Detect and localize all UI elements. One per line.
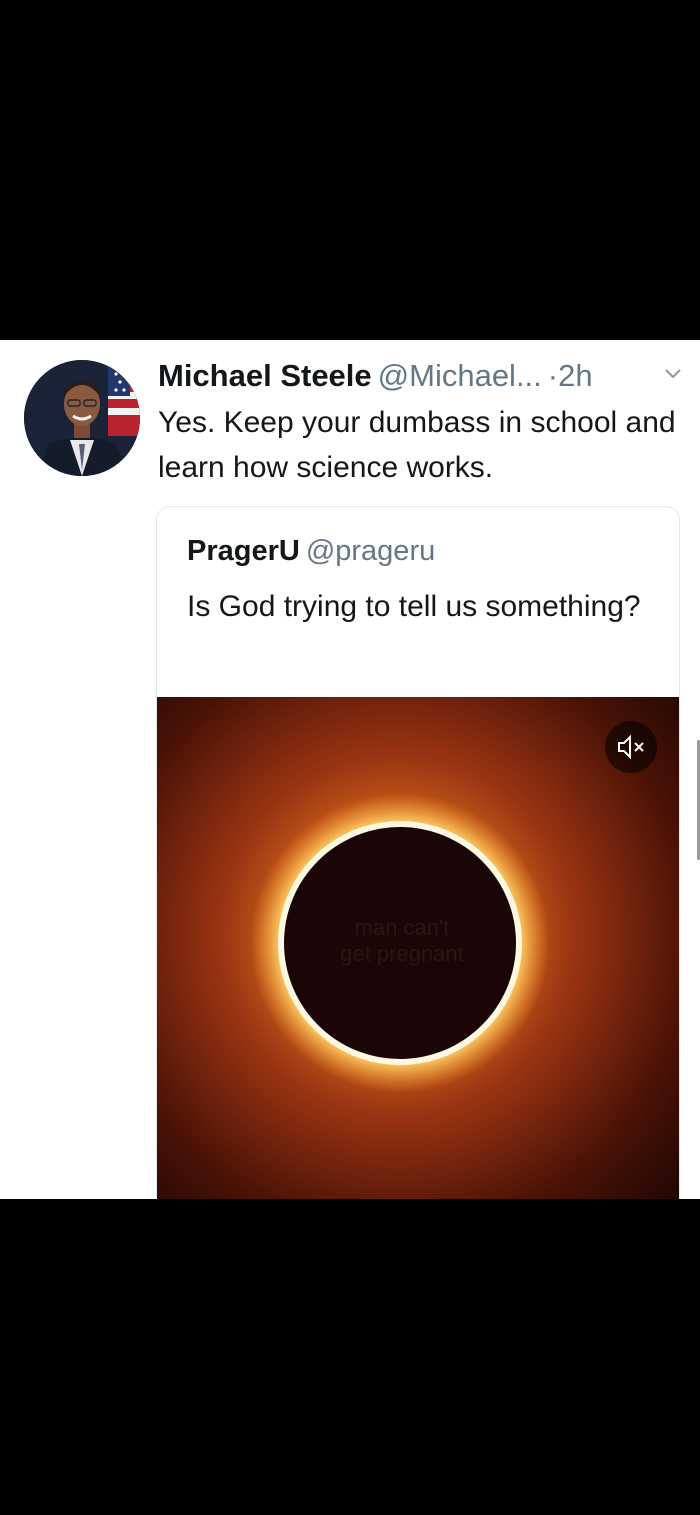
overlay-line-1: man can't <box>354 915 450 940</box>
quoted-tweet-text: Is God trying to tell us something? <box>187 590 641 623</box>
quoted-author-handle: @prageru <box>305 535 436 567</box>
quoted-tweet-header: PragerU @prageru <box>187 531 435 571</box>
tweet-time[interactable]: 2h <box>558 358 592 393</box>
tweet-text: Yes. Keep your dumbass in school and lea… <box>158 406 676 484</box>
avatar[interactable] <box>24 360 140 476</box>
chevron-down-icon[interactable] <box>663 364 683 384</box>
header-separator: · <box>547 358 559 393</box>
bottom-black-bar <box>0 1199 700 1515</box>
top-black-bar <box>0 0 700 340</box>
image-overlay-text: man can't get pregnant <box>287 915 517 967</box>
author-handle[interactable]: @Michael... <box>378 358 542 393</box>
tweet-screen: Michael Steele @Michael... ·2h Yes. Keep y… <box>0 340 700 1199</box>
mute-button[interactable] <box>605 721 657 773</box>
tweet-header: Michael Steele @Michael... ·2h <box>158 354 688 398</box>
overlay-line-2: get pregnant <box>340 941 464 966</box>
eclipse-video[interactable]: man can't get pregnant <box>157 697 679 1199</box>
avatar-portrait <box>24 360 140 476</box>
quoted-tweet-card[interactable]: PragerU @prageru Is God trying to tell us… <box>156 506 680 1199</box>
speaker-muted-icon <box>618 734 644 760</box>
quoted-author-name: PragerU <box>187 535 300 567</box>
author-name[interactable]: Michael Steele <box>158 358 372 393</box>
